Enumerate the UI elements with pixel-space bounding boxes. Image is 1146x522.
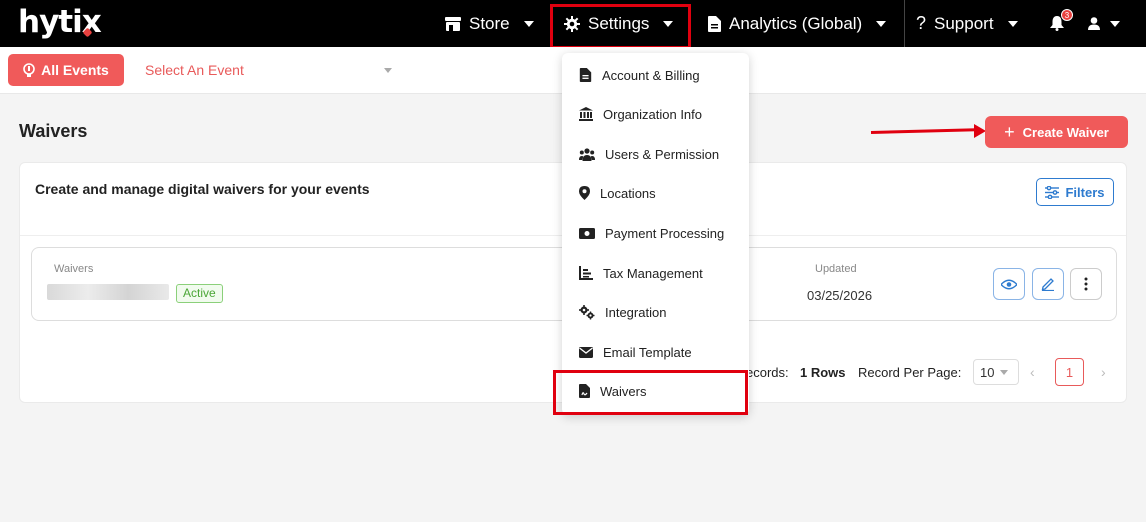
edit-button[interactable] — [1032, 268, 1064, 300]
menu-item-users-permission[interactable]: Users & Permission — [579, 144, 719, 164]
envelope-icon — [579, 346, 593, 358]
create-waiver-button[interactable]: + Create Waiver — [985, 116, 1128, 148]
next-page-chevron-icon[interactable]: › — [1101, 364, 1106, 380]
nav-settings-label: Settings — [588, 13, 650, 33]
menu-item-account-billing[interactable]: Account & Billing — [579, 65, 700, 85]
more-options-button[interactable] — [1070, 268, 1102, 300]
waiver-name-redacted — [47, 284, 169, 300]
nav-divider — [904, 0, 905, 47]
updated-value: 03/25/2026 — [807, 288, 873, 303]
all-events-button[interactable]: All Events — [8, 54, 124, 86]
cogs-icon — [579, 304, 595, 319]
updated-label: Updated — [815, 263, 857, 275]
gear-icon — [564, 15, 580, 32]
waivers-column-label: Waivers — [54, 263, 94, 275]
view-button[interactable] — [993, 268, 1025, 300]
money-icon — [579, 227, 595, 239]
question-icon: ? — [916, 13, 927, 33]
menu-item-label: Locations — [600, 185, 656, 201]
menu-item-organization-info[interactable]: Organization Info — [579, 104, 702, 124]
records-label: ecords: — [746, 365, 789, 380]
eye-icon — [1001, 279, 1017, 289]
menu-item-label: Users & Permission — [605, 146, 720, 162]
menu-item-email-template[interactable]: Email Template — [579, 342, 692, 362]
ellipsis-vertical-icon — [1084, 277, 1088, 291]
menu-item-label: Waivers — [600, 383, 647, 399]
settings-dropdown-menu: Account & Billing Organization Info User… — [562, 53, 749, 415]
menu-item-label: Integration — [605, 304, 667, 320]
store-icon — [445, 16, 461, 31]
card-description: Create and manage digital waivers for yo… — [35, 181, 370, 197]
per-page-select[interactable]: 10 — [973, 359, 1019, 385]
nav-store[interactable]: Store — [445, 0, 534, 47]
menu-item-waivers[interactable]: Waivers — [579, 381, 646, 401]
nav-settings[interactable]: Settings — [564, 0, 674, 47]
document-icon — [579, 68, 592, 82]
chevron-down-icon — [1000, 369, 1009, 375]
create-waiver-label: Create Waiver — [1022, 124, 1109, 140]
nav-support[interactable]: ? Support — [916, 0, 1018, 47]
chevron-down-icon[interactable] — [384, 68, 392, 73]
menu-item-integration[interactable]: Integration — [579, 302, 666, 322]
menu-item-payment-processing[interactable]: Payment Processing — [579, 223, 724, 243]
menu-item-label: Email Template — [603, 344, 692, 360]
prev-page-chevron-icon[interactable]: ‹ — [1030, 364, 1035, 380]
per-page-label: Record Per Page: — [858, 365, 962, 380]
file-signature-icon — [579, 384, 590, 398]
notifications-button[interactable] — [1050, 0, 1064, 47]
chevron-down-icon — [523, 20, 534, 27]
menu-item-label: Organization Info — [603, 106, 703, 122]
page-title: Waivers — [19, 121, 88, 141]
top-navbar: hytix Store Settings Analytics (Global) … — [0, 0, 1146, 47]
filters-button[interactable]: Filters — [1036, 178, 1114, 206]
nav-support-label: Support — [934, 13, 994, 33]
status-badge: Active — [176, 284, 223, 303]
chevron-down-icon — [1007, 20, 1018, 27]
map-pin-icon — [579, 186, 590, 200]
users-icon — [579, 147, 595, 161]
records-value: 1 Rows — [800, 365, 846, 380]
menu-item-locations[interactable]: Locations — [579, 183, 656, 203]
sliders-icon — [1045, 185, 1060, 199]
nav-analytics-label: Analytics (Global) — [729, 13, 863, 33]
all-events-label: All Events — [41, 62, 109, 78]
menu-item-label: Tax Management — [603, 265, 703, 281]
nav-store-label: Store — [469, 13, 510, 33]
event-icon — [23, 63, 35, 77]
menu-item-label: Payment Processing — [605, 225, 725, 241]
document-icon — [708, 15, 721, 32]
plus-icon: + — [1004, 121, 1015, 142]
user-menu[interactable] — [1088, 0, 1120, 47]
page-number-button[interactable]: 1 — [1055, 358, 1084, 386]
filters-label: Filters — [1065, 184, 1105, 200]
user-icon — [1088, 17, 1100, 30]
chart-icon — [579, 266, 593, 280]
chevron-down-icon — [1110, 20, 1120, 27]
annotation-arrow — [870, 128, 977, 134]
pencil-icon — [1041, 278, 1054, 291]
chevron-down-icon — [663, 20, 674, 27]
select-event-dropdown[interactable]: Select An Event — [145, 62, 244, 78]
per-page-value: 10 — [980, 364, 995, 380]
notification-count-badge: 3 — [1061, 9, 1073, 21]
chevron-down-icon — [876, 20, 887, 27]
menu-item-tax-management[interactable]: Tax Management — [579, 263, 703, 283]
menu-item-label: Account & Billing — [602, 67, 700, 83]
bank-icon — [579, 107, 593, 121]
nav-analytics[interactable]: Analytics (Global) — [708, 0, 887, 47]
